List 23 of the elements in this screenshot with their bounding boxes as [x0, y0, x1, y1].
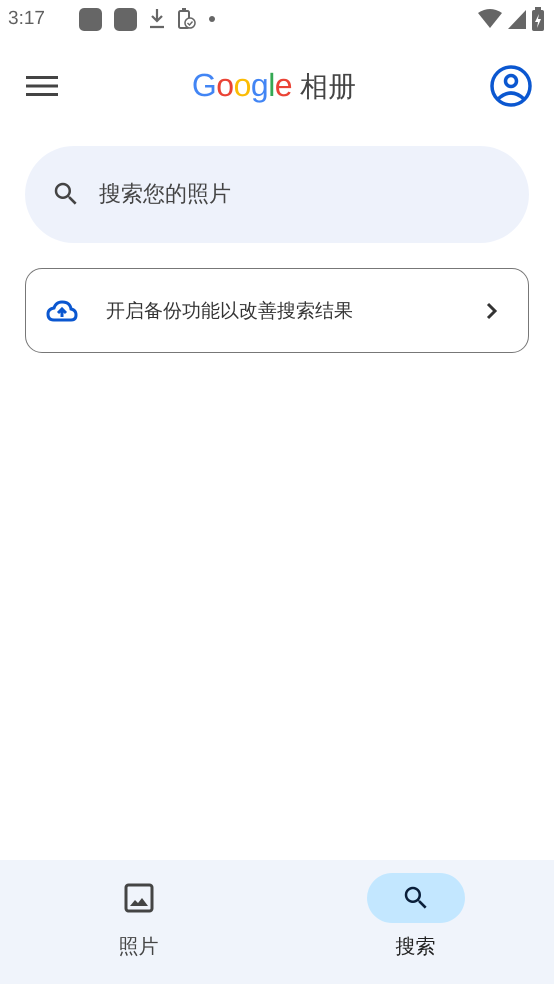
app-title: 相册: [300, 68, 356, 104]
battery-icon: [532, 7, 544, 31]
account-button[interactable]: [490, 65, 532, 107]
image-icon: [124, 883, 154, 913]
signal-icon: [508, 10, 526, 28]
dot-icon: [208, 16, 215, 22]
account-icon: [490, 65, 532, 107]
app-notification-icon: [78, 8, 102, 30]
app-notification-icon: [114, 8, 137, 30]
menu-icon: [26, 75, 58, 97]
backup-prompt: 开启备份功能以改善搜索结果: [106, 298, 354, 324]
chevron-right-icon: [486, 302, 498, 320]
backup-card[interactable]: 开启备份功能以改善搜索结果: [25, 268, 529, 353]
battery-check-icon: [176, 8, 197, 30]
download-icon: [148, 9, 165, 29]
wifi-icon: [478, 9, 502, 29]
status-time: 3:17: [8, 8, 45, 30]
google-logo: Google: [192, 66, 292, 104]
nav-tab[interactable]: 照片: [68, 860, 208, 984]
cloud-upload-icon: [46, 300, 78, 322]
menu-button[interactable]: [26, 75, 58, 97]
nav-tab[interactable]: 搜索: [346, 860, 486, 984]
search-field[interactable]: 搜索您的照片: [25, 146, 529, 243]
